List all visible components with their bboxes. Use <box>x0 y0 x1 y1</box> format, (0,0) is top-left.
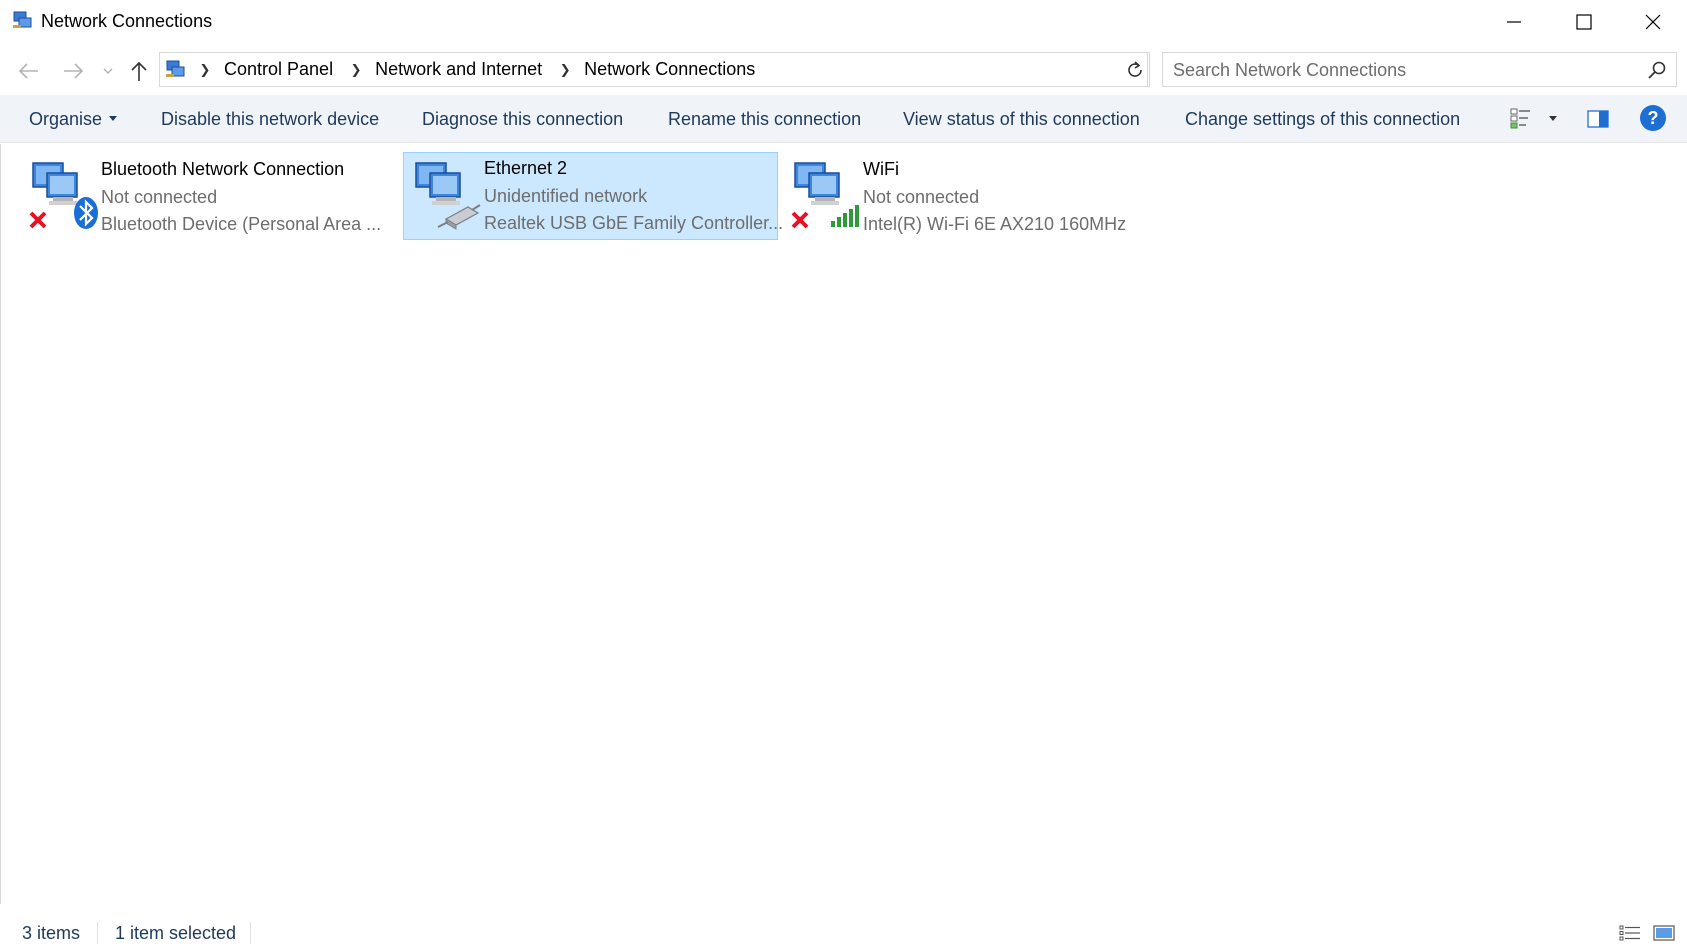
breadcrumb-network-and-internet[interactable]: Network and Internet <box>375 59 542 80</box>
preview-pane-button[interactable] <box>1583 105 1613 133</box>
search-icon <box>1648 61 1666 79</box>
address-bar[interactable]: ❯ Control Panel ❯ Network and Internet ❯… <box>159 52 1270 87</box>
ethernet-cable-icon <box>437 204 481 230</box>
chevron-down-icon <box>103 68 113 74</box>
rename-connection-button[interactable]: Rename this connection <box>668 109 861 130</box>
recent-locations-button[interactable] <box>94 56 122 86</box>
back-button[interactable] <box>14 56 44 86</box>
caret-down-icon <box>1549 116 1557 121</box>
maximize-icon <box>1576 14 1592 30</box>
connection-tile-bluetooth[interactable]: Bluetooth Network Connection Not connect… <box>21 153 393 239</box>
status-divider <box>250 922 251 944</box>
error-cross-icon <box>791 211 809 229</box>
change-view-button[interactable] <box>1508 103 1562 135</box>
preview-pane-icon <box>1587 110 1609 128</box>
window-title: Network Connections <box>41 11 213 31</box>
bluetooth-icon <box>74 197 98 229</box>
error-cross-icon <box>29 211 47 229</box>
command-bar: Organise Disable this network device Dia… <box>0 95 1687 143</box>
details-view-button[interactable] <box>1618 922 1642 944</box>
selection-count: 1 item selected <box>115 923 237 943</box>
organise-button[interactable]: Organise <box>29 109 118 130</box>
help-button[interactable]: ? <box>1640 105 1666 131</box>
connection-name: WiFi <box>863 159 899 179</box>
refresh-button[interactable] <box>1120 52 1150 87</box>
view-options-icon <box>1510 108 1530 129</box>
status-divider <box>97 922 98 944</box>
breadcrumb-control-panel[interactable]: Control Panel <box>224 59 333 80</box>
breadcrumb-network-connections[interactable]: Network Connections <box>584 59 755 80</box>
forward-button[interactable] <box>58 56 88 86</box>
arrow-up-icon <box>131 61 147 81</box>
connection-name: Bluetooth Network Connection <box>101 159 345 179</box>
connection-tile-wifi[interactable]: WiFi Not connected Intel(R) Wi-Fi 6E AX2… <box>783 153 1163 239</box>
address-row: ❯ Control Panel ❯ Network and Internet ❯… <box>0 48 1687 92</box>
details-view-icon <box>1619 925 1640 941</box>
arrow-left-icon <box>18 63 38 79</box>
organise-label: Organise <box>29 109 103 129</box>
connection-tile-ethernet[interactable]: Ethernet 2 Unidentified network Realtek … <box>403 152 783 240</box>
view-status-button[interactable]: View status of this connection <box>903 109 1140 130</box>
network-connections-icon <box>166 60 185 77</box>
ethernet-network-icon <box>415 162 481 230</box>
signal-strength-icon <box>831 205 859 227</box>
item-count: 3 items <box>22 923 81 943</box>
search-input[interactable]: Search Network Connections <box>1162 52 1677 87</box>
connection-status: Not connected <box>101 187 218 207</box>
connection-name: Ethernet 2 <box>484 158 568 178</box>
change-settings-button[interactable]: Change settings of this connection <box>1185 109 1460 130</box>
up-button[interactable] <box>124 56 154 86</box>
caret-down-icon <box>109 115 118 121</box>
chevron-right-icon[interactable]: ❯ <box>347 62 365 78</box>
arrow-right-icon <box>64 63 84 79</box>
network-connections-icon <box>13 11 32 28</box>
connection-status: Not connected <box>863 187 980 207</box>
chevron-right-icon[interactable]: ❯ <box>196 62 214 78</box>
breadcrumb: ❯ Control Panel ❯ Network and Internet ❯… <box>192 53 756 86</box>
minimize-icon <box>1507 21 1521 23</box>
maximize-button[interactable] <box>1549 0 1619 44</box>
connection-device: Bluetooth Device (Personal Area ... <box>101 214 382 234</box>
status-bar: 3 items 1 item selected <box>0 916 1687 949</box>
large-icons-view-button[interactable] <box>1652 922 1676 944</box>
connections-view[interactable]: Bluetooth Network Connection Not connect… <box>0 144 1687 904</box>
diagnose-connection-button[interactable]: Diagnose this connection <box>422 109 623 130</box>
search-placeholder: Search Network Connections <box>1173 60 1407 80</box>
minimize-button[interactable] <box>1479 0 1549 44</box>
chevron-right-icon[interactable]: ❯ <box>556 62 574 78</box>
close-button[interactable] <box>1618 0 1687 44</box>
disable-device-button[interactable]: Disable this network device <box>161 109 379 130</box>
connection-device: Realtek USB GbE Family Controller... <box>484 213 784 233</box>
title-bar: Network Connections <box>0 0 1687 44</box>
wifi-network-icon <box>791 162 859 229</box>
refresh-icon <box>1127 60 1142 77</box>
connection-device: Intel(R) Wi-Fi 6E AX210 160MHz <box>863 214 1127 234</box>
close-icon <box>1645 14 1661 30</box>
bluetooth-network-icon <box>29 162 98 229</box>
connection-status: Unidentified network <box>484 186 648 206</box>
large-icons-view-icon <box>1653 925 1675 941</box>
